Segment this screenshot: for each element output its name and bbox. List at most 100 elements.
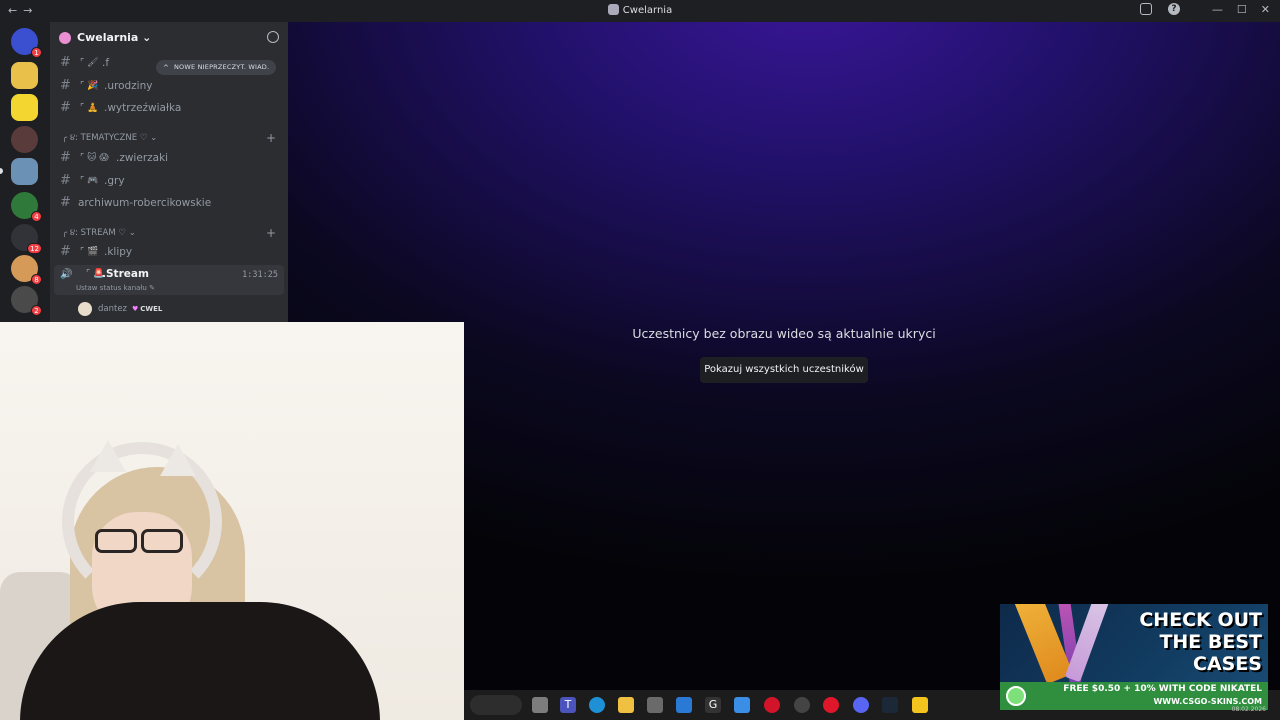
- inbox-icon[interactable]: [1140, 3, 1152, 15]
- voice-channel-active[interactable]: 🔊 ⌜ 🚨 .Stream Ustaw status kanału ✎ 1:31…: [54, 265, 284, 295]
- server-list: 1 4 12 8 2: [0, 22, 50, 322]
- minimize-button[interactable]: —: [1212, 3, 1223, 16]
- teams-icon[interactable]: T: [560, 697, 576, 713]
- channel-name: .wytrzeźwiałka: [104, 102, 182, 114]
- hashtag-icon: #: [60, 78, 71, 93]
- user-tag: CWEL: [132, 305, 162, 313]
- ad-headline-line: CASES: [1193, 653, 1262, 675]
- ad-promo-text: FREE $0.50 + 10% WITH CODE NIKATEL: [1063, 684, 1262, 694]
- server-badge: 2: [31, 305, 42, 316]
- channel-item[interactable]: # ⌜ 🧘 .wytrzeźwiałka: [58, 98, 284, 118]
- guild-header[interactable]: Cwelarnia ⌄: [50, 22, 288, 54]
- taskbar-clock: 08.02.2026: [1231, 706, 1266, 713]
- steam-icon[interactable]: [882, 697, 898, 713]
- logitech-icon[interactable]: G: [705, 697, 721, 713]
- channel-emoji: ⌜ 🎮: [80, 176, 99, 186]
- channel-item[interactable]: # ⌜ 🎮 .gry: [58, 171, 284, 191]
- channel-name: archiwum-robercikowskie: [78, 197, 212, 209]
- ad-banner: CHECK OUT THE BEST CASES FREE $0.50 + 10…: [1000, 604, 1268, 710]
- file-explorer-icon[interactable]: [532, 697, 548, 713]
- discord-icon[interactable]: [853, 697, 869, 713]
- app-icon[interactable]: [734, 697, 750, 713]
- unread-pill: [0, 168, 3, 174]
- server-icon[interactable]: 4: [11, 192, 42, 222]
- title-bar: ←→ Cwelarnia ? — ☐ ✕: [0, 0, 1280, 22]
- channel-sidebar: Cwelarnia ⌄ # ⌜ 🖌 .f NOWE NIEPRZECZYT. W…: [50, 22, 288, 322]
- channel-name: .klipy: [104, 246, 133, 258]
- ad-headline-line: CHECK OUT: [1139, 609, 1262, 631]
- channel-emoji: ⌜ 🎉: [80, 81, 99, 91]
- taskbar-search[interactable]: [470, 695, 522, 715]
- avatar: [78, 301, 92, 316]
- close-button[interactable]: ✕: [1261, 3, 1270, 16]
- channel-name: .zwierzaki: [116, 152, 169, 164]
- server-icon[interactable]: [11, 158, 38, 185]
- screen: ←→ Cwelarnia ? — ☐ ✕ 1 4 12 8 2 Cwelarni…: [0, 0, 1280, 720]
- channel-name: .f: [102, 57, 110, 69]
- ad-headline-line: THE BEST: [1159, 631, 1262, 653]
- voice-user[interactable]: dantez CWEL: [78, 301, 162, 317]
- channel-item[interactable]: # ⌜ 🎬 .klipy: [58, 242, 284, 262]
- window-title: Cwelarnia: [0, 4, 1280, 16]
- help-icon[interactable]: ?: [1168, 3, 1180, 15]
- opera-gx-icon[interactable]: [823, 697, 839, 713]
- guild-icon: [59, 32, 71, 44]
- server-icon[interactable]: 8: [11, 255, 42, 285]
- add-channel-icon[interactable]: +: [266, 225, 276, 241]
- guild-name: Cwelarnia ⌄: [77, 31, 152, 44]
- voice-user-name: dantez: [98, 304, 128, 314]
- server-badge: 8: [31, 274, 42, 285]
- ad-url: WWW.CSGO-SKINS.COM: [1153, 697, 1262, 706]
- cat-ear-left: [90, 440, 126, 472]
- server-icon[interactable]: 2: [11, 286, 42, 316]
- channel-emoji: ⌜ 🐱 😱: [80, 153, 109, 163]
- set-channel-status[interactable]: Ustaw status kanału ✎: [76, 284, 155, 292]
- clock-app-icon[interactable]: [794, 697, 810, 713]
- hashtag-icon: #: [60, 173, 71, 188]
- server-badge: 1: [31, 47, 42, 58]
- show-all-participants-button[interactable]: Pokazuj wszystkich uczestników: [700, 357, 868, 383]
- server-badge: 4: [31, 211, 42, 222]
- new-messages-pill[interactable]: NOWE NIEPRZECZYT. WIAD.: [156, 60, 277, 76]
- hashtag-icon: #: [60, 55, 71, 70]
- window-controls: — ☐ ✕: [1212, 3, 1270, 16]
- channel-name: .gry: [104, 175, 125, 187]
- server-icon[interactable]: 12: [11, 224, 42, 254]
- invite-people-icon[interactable]: [267, 31, 279, 43]
- hashtag-icon: #: [60, 244, 71, 259]
- server-icon[interactable]: 1: [11, 28, 42, 58]
- category-header[interactable]: ╭ ૪: TEMATYCZNE ♡ ⌄ +: [62, 130, 284, 146]
- webcam-overlay: [0, 322, 464, 720]
- voice-timer: 1:31:25: [242, 270, 278, 280]
- glasses: [95, 529, 185, 555]
- category-label: ╭ ૪: STREAM ♡ ⌄: [62, 228, 136, 238]
- channel-item[interactable]: # ⌜ 🎉 .urodziny: [58, 76, 284, 96]
- edge-icon[interactable]: [589, 697, 605, 713]
- voice-speaker-icon: 🔊: [60, 269, 73, 280]
- ad-headline: CHECK OUT THE BEST CASES: [1139, 609, 1262, 675]
- channel-item[interactable]: # ⌜ 🐱 😱 .zwierzaki: [58, 148, 284, 168]
- server-icon[interactable]: [11, 94, 38, 121]
- folder-icon[interactable]: [618, 697, 634, 713]
- opera-icon[interactable]: [764, 697, 780, 713]
- channel-item[interactable]: # archiwum-robercikowskie: [58, 193, 284, 213]
- channel-emoji: ⌜ 🧘: [80, 103, 99, 113]
- server-badge: 12: [27, 243, 42, 254]
- title-tools: ?: [1140, 3, 1180, 15]
- store-icon[interactable]: [647, 697, 663, 713]
- hashtag-icon: #: [60, 195, 71, 210]
- dollar-coin-icon: [1006, 686, 1026, 706]
- maximize-button[interactable]: ☐: [1237, 3, 1247, 16]
- add-channel-icon[interactable]: +: [266, 130, 276, 146]
- kodi-icon[interactable]: [912, 697, 928, 713]
- discord-logo-icon: [607, 4, 619, 15]
- channel-emoji: ⌜ 🖌: [80, 58, 99, 68]
- server-icon[interactable]: [11, 62, 38, 89]
- mail-icon[interactable]: [676, 697, 692, 713]
- channel-emoji: ⌜ 🎬: [80, 247, 99, 257]
- server-icon[interactable]: [11, 126, 38, 153]
- cat-ear-right: [160, 444, 196, 476]
- hashtag-icon: #: [60, 150, 71, 165]
- category-header[interactable]: ╭ ૪: STREAM ♡ ⌄ +: [62, 225, 284, 241]
- window-title-text: Cwelarnia: [622, 5, 673, 16]
